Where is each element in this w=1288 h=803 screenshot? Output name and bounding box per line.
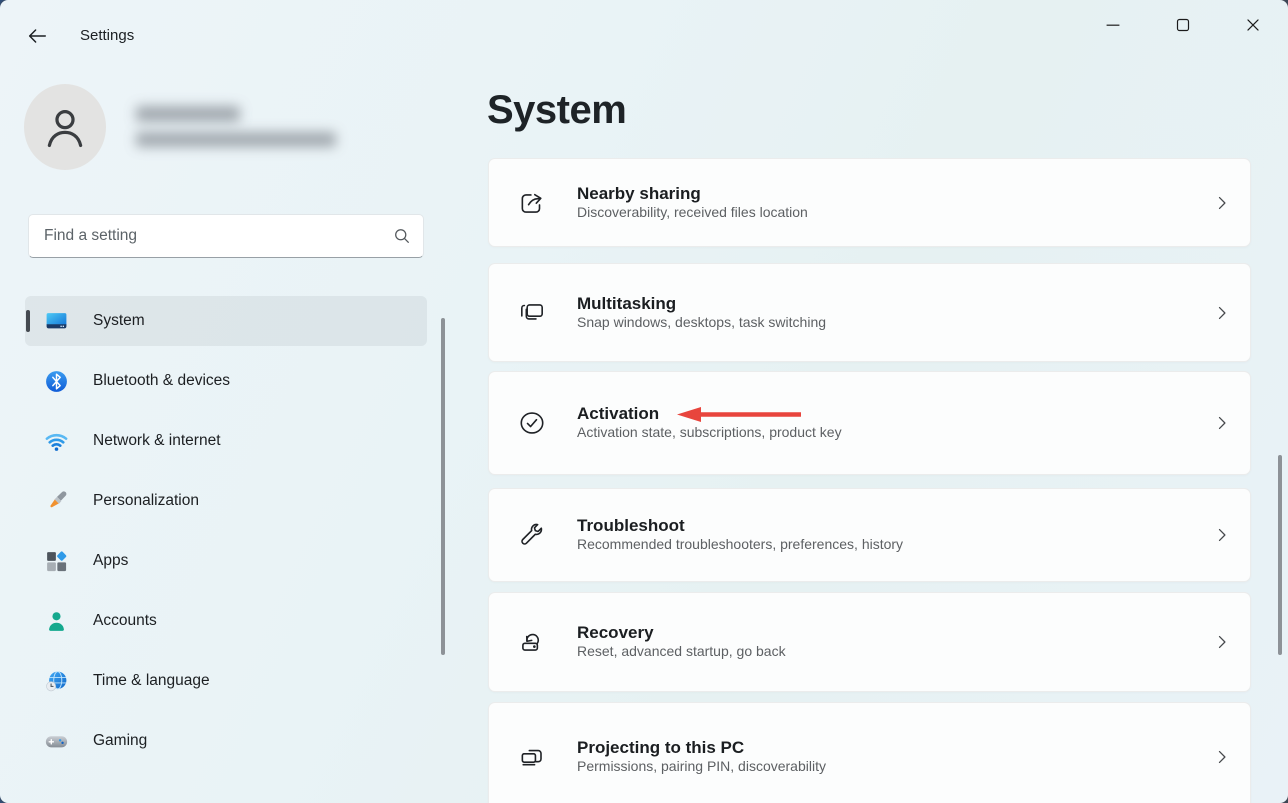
personalization-icon xyxy=(44,489,69,514)
sidebar-nav: System Bluetooth & devices Network & int… xyxy=(25,296,427,776)
card-title: Nearby sharing xyxy=(577,184,701,204)
sidebar-item-label: Bluetooth & devices xyxy=(93,372,230,390)
app-title: Settings xyxy=(80,27,134,44)
sidebar-item-label: Personalization xyxy=(93,492,199,510)
gaming-icon xyxy=(44,729,69,754)
sidebar-item-label: System xyxy=(93,312,145,330)
sidebar-item-time-language[interactable]: Time & language xyxy=(25,656,427,706)
search-box xyxy=(28,214,424,258)
user-email-blurred xyxy=(136,132,336,147)
card-subtitle: Permissions, pairing PIN, discoverabilit… xyxy=(577,758,826,774)
chevron-right-icon xyxy=(1212,413,1232,433)
apps-icon xyxy=(44,549,69,574)
sidebar-item-label: Accounts xyxy=(93,612,157,630)
card-subtitle: Activation state, subscriptions, product… xyxy=(577,424,842,440)
chevron-right-icon xyxy=(1212,193,1232,213)
bluetooth-icon xyxy=(44,369,69,394)
recovery-icon xyxy=(517,627,547,657)
sidebar-scrollbar[interactable] xyxy=(441,318,445,655)
back-arrow-icon xyxy=(26,25,48,47)
person-icon xyxy=(39,101,91,153)
settings-card-troubleshoot[interactable]: Troubleshoot Recommended troubleshooters… xyxy=(488,488,1251,582)
sidebar-item-label: Apps xyxy=(93,552,128,570)
card-title: Troubleshoot xyxy=(577,516,685,536)
settings-card-list: Nearby sharing Discoverability, received… xyxy=(488,0,1251,803)
settings-window: Settings System xyxy=(0,0,1288,803)
troubleshoot-icon xyxy=(517,520,547,550)
chevron-right-icon xyxy=(1212,632,1232,652)
chevron-right-icon xyxy=(1212,303,1232,323)
back-button[interactable] xyxy=(20,20,54,52)
accounts-icon xyxy=(44,609,69,634)
settings-card-nearby-sharing[interactable]: Nearby sharing Discoverability, received… xyxy=(488,158,1251,247)
sidebar: System Bluetooth & devices Network & int… xyxy=(0,60,460,803)
card-title: Recovery xyxy=(577,623,654,643)
card-subtitle: Recommended troubleshooters, preferences… xyxy=(577,536,903,552)
sidebar-item-gaming[interactable]: Gaming xyxy=(25,716,427,766)
main-scrollbar[interactable] xyxy=(1278,455,1282,655)
time-language-icon xyxy=(44,669,69,694)
card-title: Projecting to this PC xyxy=(577,738,744,758)
chevron-right-icon xyxy=(1212,747,1232,767)
sidebar-item-bluetooth-devices[interactable]: Bluetooth & devices xyxy=(25,356,427,406)
card-title: Multitasking xyxy=(577,294,676,314)
chevron-right-icon xyxy=(1212,525,1232,545)
sidebar-item-apps[interactable]: Apps xyxy=(25,536,427,586)
red-annotation-arrow-icon xyxy=(675,406,803,423)
projecting-icon xyxy=(517,742,547,772)
sidebar-item-system[interactable]: System xyxy=(25,296,427,346)
avatar xyxy=(24,84,106,170)
search-icon xyxy=(393,227,411,245)
system-icon xyxy=(44,309,69,334)
card-subtitle: Snap windows, desktops, task switching xyxy=(577,314,826,330)
nearby-sharing-icon xyxy=(517,188,547,218)
user-profile[interactable] xyxy=(24,84,336,170)
activation-icon xyxy=(517,408,547,438)
user-name-blurred xyxy=(136,106,240,122)
network-icon xyxy=(44,429,69,454)
sidebar-item-network-internet[interactable]: Network & internet xyxy=(25,416,427,466)
settings-card-activation[interactable]: Activation Activation state, subscriptio… xyxy=(488,371,1251,475)
multitasking-icon xyxy=(517,298,547,328)
sidebar-item-label: Gaming xyxy=(93,732,147,750)
selected-accent-bar xyxy=(26,310,30,332)
sidebar-item-label: Time & language xyxy=(93,672,210,690)
settings-card-multitasking[interactable]: Multitasking Snap windows, desktops, tas… xyxy=(488,263,1251,362)
settings-card-projecting-to-this-pc[interactable]: Projecting to this PC Permissions, pairi… xyxy=(488,702,1251,803)
profile-text xyxy=(136,84,336,170)
sidebar-item-accounts[interactable]: Accounts xyxy=(25,596,427,646)
search-input[interactable] xyxy=(44,227,393,245)
card-title: Activation xyxy=(577,404,659,424)
card-subtitle: Discoverability, received files location xyxy=(577,204,808,220)
settings-card-recovery[interactable]: Recovery Reset, advanced startup, go bac… xyxy=(488,592,1251,692)
card-subtitle: Reset, advanced startup, go back xyxy=(577,643,786,659)
sidebar-item-personalization[interactable]: Personalization xyxy=(25,476,427,526)
sidebar-item-label: Network & internet xyxy=(93,432,221,450)
